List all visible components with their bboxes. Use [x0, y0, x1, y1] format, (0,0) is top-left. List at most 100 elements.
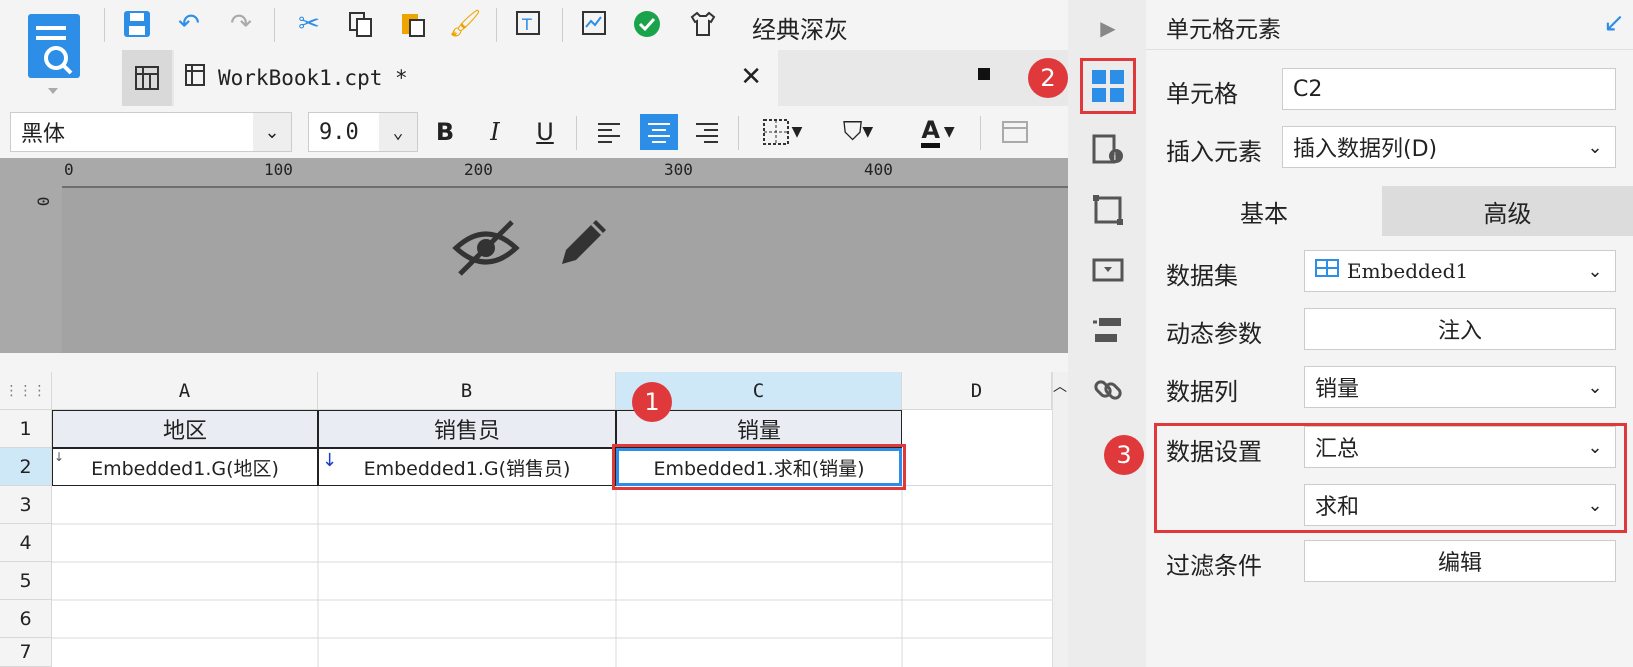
row-header[interactable]: 6: [0, 600, 52, 638]
side-icon-strip: ▶ 2 i: [1028, 0, 1146, 667]
expand-down-icon: ↓: [54, 450, 65, 464]
tab-basic[interactable]: 基本: [1146, 186, 1382, 236]
highlight-data-setting: [1154, 423, 1627, 533]
undo-icon[interactable]: ↶: [170, 6, 208, 42]
step-badge: 2: [1028, 58, 1068, 98]
column-header[interactable]: B: [318, 372, 616, 410]
vertical-ruler: 0: [0, 188, 62, 353]
insert-element-value: 插入数据列(D): [1293, 137, 1438, 162]
merge-cells-icon[interactable]: [996, 114, 1034, 150]
insert-element-select[interactable]: 插入数据列(D) ⌄: [1282, 126, 1616, 168]
template-preview-icon[interactable]: [8, 8, 98, 100]
dock-arrow-icon[interactable]: ↙: [1603, 8, 1625, 38]
chevron-down-icon[interactable]: ⌄: [1575, 127, 1615, 167]
chevron-down-icon[interactable]: ⌄: [253, 113, 291, 151]
hyperlink-icon[interactable]: [1086, 368, 1130, 412]
align-left-icon[interactable]: [590, 114, 628, 150]
row-header[interactable]: 5: [0, 562, 52, 600]
font-color-glyph: A: [921, 117, 940, 148]
dropdown-widget-icon[interactable]: [1086, 248, 1130, 292]
save-icon[interactable]: [118, 6, 156, 42]
filter-label: 过滤条件: [1166, 552, 1262, 580]
widget-frame-icon[interactable]: [1086, 188, 1130, 232]
condition-attribute-icon[interactable]: [1086, 308, 1130, 352]
dataset-icon: [1315, 257, 1339, 285]
cell-b1[interactable]: 销售员: [318, 410, 616, 448]
cell-a2[interactable]: Embedded1.G(地区): [52, 448, 318, 486]
expand-down-icon: ↓: [322, 450, 338, 471]
inject-button[interactable]: 注入: [1304, 308, 1616, 350]
dataset-label: 数据集: [1166, 262, 1238, 290]
tab-label: WorkBook1.cpt *: [218, 66, 408, 90]
chevron-down-icon[interactable]: ⌄: [379, 113, 417, 151]
column-header[interactable]: D: [902, 372, 1052, 410]
edit-pencil-icon[interactable]: [552, 210, 616, 278]
italic-button[interactable]: I: [476, 114, 514, 150]
data-column-select[interactable]: 销量 ⌄: [1304, 366, 1616, 408]
bold-button[interactable]: B: [426, 114, 464, 150]
row-header[interactable]: 1: [0, 410, 52, 448]
paste-icon[interactable]: [394, 6, 432, 42]
redo-icon[interactable]: ↷: [222, 6, 260, 42]
panel-title: 单元格元素: [1166, 17, 1281, 43]
shirt-icon[interactable]: [684, 6, 722, 42]
row-header[interactable]: 4: [0, 524, 52, 562]
grid-lines: [52, 486, 1052, 667]
edit-filter-button[interactable]: 编辑: [1304, 540, 1616, 582]
cell-attribute-icon[interactable]: i: [1086, 128, 1130, 172]
column-header[interactable]: A: [52, 372, 318, 410]
select-all-corner[interactable]: ⋮⋮⋮: [0, 372, 52, 410]
row-header[interactable]: 7: [0, 638, 52, 667]
spreadsheet-grid[interactable]: ⋮⋮⋮ A B C D ︿ 1 2 3 4 5 6 7 地区 销售员 销量 Em…: [0, 372, 1068, 667]
font-size-select[interactable]: 9.0 ⌄: [308, 112, 418, 152]
chevron-down-icon[interactable]: ⌄: [1575, 251, 1615, 291]
cell-field[interactable]: C2: [1282, 68, 1616, 110]
align-center-icon[interactable]: [640, 114, 678, 150]
format-painter-icon[interactable]: 🖌: [446, 6, 484, 42]
row-header[interactable]: 3: [0, 486, 52, 524]
data-column-value: 销量: [1315, 377, 1360, 402]
dataset-select[interactable]: Embedded1 ⌄: [1304, 250, 1616, 292]
text-icon[interactable]: T: [510, 6, 548, 42]
workbook-icon: [184, 63, 206, 93]
step-badge: 1: [632, 382, 672, 422]
report-header-area[interactable]: [62, 188, 1068, 353]
check-icon[interactable]: [628, 6, 666, 42]
cell-b2[interactable]: Embedded1.G(销售员): [318, 448, 616, 486]
hide-eye-icon[interactable]: [452, 218, 520, 282]
grid-icon[interactable]: [122, 50, 172, 106]
cell-d-empty[interactable]: [902, 410, 1052, 486]
font-color-icon[interactable]: A ▼: [908, 114, 968, 150]
vertical-scrollbar[interactable]: ︿: [1052, 372, 1068, 667]
cell-label: 单元格: [1166, 80, 1238, 108]
tab-workbook[interactable]: WorkBook1.cpt * ✕: [174, 50, 778, 106]
insert-element-label: 插入元素: [1166, 138, 1262, 166]
tab-overflow-icon[interactable]: [978, 68, 990, 80]
svg-text:i: i: [1114, 152, 1117, 163]
collapse-arrow-icon[interactable]: ▶: [1086, 6, 1130, 50]
cut-icon[interactable]: ✂: [290, 6, 328, 42]
border-icon[interactable]: ▼: [752, 114, 812, 150]
underline-button[interactable]: U: [526, 114, 564, 150]
tab-bar: WorkBook1.cpt * ✕: [122, 50, 1068, 106]
chevron-down-icon[interactable]: ⌄: [1575, 367, 1615, 407]
close-icon[interactable]: ✕: [740, 62, 762, 92]
tab-advanced[interactable]: 高级: [1382, 186, 1633, 236]
format-bar: 黑体 ⌄ 9.0 ⌄ B I U ▼ ⛉ ▼ A ▼: [0, 106, 1068, 158]
copy-icon[interactable]: [342, 6, 380, 42]
data-column-label: 数据列: [1166, 378, 1238, 406]
highlight-cell-element: [1080, 58, 1136, 114]
theme-label[interactable]: 经典深灰: [752, 10, 848, 45]
highlight-cell-c2: [612, 444, 906, 490]
chevron-up-icon[interactable]: ︿: [1053, 376, 1067, 396]
row-header[interactable]: 2: [0, 448, 52, 486]
font-name-select[interactable]: 黑体 ⌄: [10, 112, 292, 152]
cell-a1[interactable]: 地区: [52, 410, 318, 448]
horizontal-ruler: 0 100 200 300 400: [0, 158, 1068, 188]
fill-color-icon[interactable]: ⛉ ▼: [828, 114, 888, 150]
ruler-mark: 0: [33, 196, 53, 207]
align-right-icon[interactable]: [688, 114, 726, 150]
property-panel: 单元格元素 ↙ 单元格 C2 插入元素 插入数据列(D) ⌄ 基本 高级 数据集…: [1104, 0, 1633, 667]
dynamic-param-label: 动态参数: [1166, 320, 1262, 348]
preview-icon[interactable]: [576, 6, 614, 42]
